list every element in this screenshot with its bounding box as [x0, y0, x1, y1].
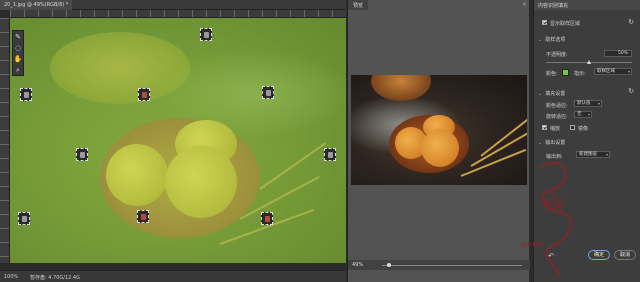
watermark-caption: 南乡模范	[520, 242, 545, 249]
tool-palette: ✎ ◌ ✋ ⌕	[12, 30, 24, 76]
color-adapt-dropdown[interactable]: 默认值	[574, 100, 602, 107]
fill-section-header[interactable]: ⌄ 填充设置	[538, 90, 565, 97]
preview-tab[interactable]: 预览	[348, 0, 369, 10]
status-doc-info: 暂存盘: 4.70G/12.4G	[30, 275, 80, 281]
reset-icon[interactable]: ↻	[628, 87, 634, 95]
status-bar: 100% 暂存盘: 4.70G/12.4G	[0, 270, 346, 282]
preview-zoom-value[interactable]: 49%	[352, 262, 363, 268]
panel-title: 内容识别填充	[534, 0, 640, 10]
selection-marker[interactable]	[324, 148, 336, 161]
chevron-down-icon: ⌄	[538, 140, 543, 146]
rotate-adapt-dropdown[interactable]: 无	[574, 111, 592, 118]
opacity-label: 不透明度:	[546, 52, 568, 58]
undo-icon[interactable]: ↶	[546, 252, 556, 262]
cancel-button[interactable]: 取消	[614, 250, 636, 260]
preview-zoom-bar: 49%	[348, 260, 530, 270]
selection-marker[interactable]	[138, 88, 150, 101]
output-section-label: 输出设置	[545, 140, 566, 146]
selection-marker[interactable]	[18, 212, 30, 225]
hand-tool-icon[interactable]: ✋	[13, 54, 23, 64]
status-zoom[interactable]: 100%	[4, 274, 18, 280]
mirror-label: 镜像	[578, 126, 589, 132]
document-canvas[interactable]	[10, 18, 346, 263]
chevron-down-icon: ⌄	[538, 91, 543, 97]
selection-marker[interactable]	[262, 86, 274, 99]
scale-label: 缩放	[550, 126, 561, 132]
vertical-ruler	[0, 18, 10, 263]
output-to-label: 输出到:	[546, 154, 563, 160]
selection-marker[interactable]	[261, 212, 273, 225]
selection-marker[interactable]	[200, 28, 212, 41]
mirror-checkbox[interactable]	[570, 125, 575, 130]
brush-tool-icon[interactable]: ✎	[13, 32, 23, 42]
output-to-dropdown[interactable]: 新建图层	[576, 151, 610, 158]
output-section-header[interactable]: ⌄ 输出设置	[538, 139, 565, 146]
selection-marker[interactable]	[76, 148, 88, 161]
lasso-tool-icon[interactable]: ◌	[13, 43, 23, 53]
zoom-tool-icon[interactable]: ⌕	[13, 65, 23, 75]
color-adapt-label: 颜色适应:	[546, 103, 568, 109]
reset-icon[interactable]: ↻	[628, 18, 634, 26]
content-aware-fill-panel: 内容识别填充 显示取样区域 ↻ ⌄ 取样选项 不透明度: 50% 颜色: 指示: …	[533, 0, 640, 282]
document-tab[interactable]: 20_1.jpg @ 49%(RGB/8) *	[0, 0, 73, 10]
selection-marker[interactable]	[20, 88, 32, 101]
document-tab-bar: 20_1.jpg @ 49%(RGB/8) *	[0, 0, 346, 10]
rotate-adapt-label: 旋转适应:	[546, 114, 568, 120]
sampling-section-label: 取样选项	[545, 37, 566, 43]
close-icon[interactable]: ×	[522, 1, 527, 8]
color-label: 颜色:	[546, 71, 558, 77]
photoshop-window: 20_1.jpg @ 49%(RGB/8) * ✎ ◌ ✋ ⌕ 100% 暂存盘…	[0, 0, 640, 282]
preview-mooncake	[421, 129, 459, 167]
selection-marker[interactable]	[137, 210, 149, 223]
chevron-down-icon: ⌄	[538, 37, 543, 43]
opacity-field[interactable]: 50%	[604, 50, 632, 57]
color-swatch[interactable]	[562, 69, 569, 76]
preview-panel: 预览 × 49%	[347, 0, 530, 282]
scale-checkbox[interactable]	[542, 125, 547, 130]
preview-zoom-slider[interactable]	[382, 263, 522, 267]
opacity-slider[interactable]	[546, 60, 632, 64]
fill-section-label: 填充设置	[545, 91, 566, 97]
preview-zoom-thumb[interactable]	[387, 263, 391, 267]
opacity-slider-thumb[interactable]	[587, 60, 591, 64]
show-sampling-label: 显示取样区域	[550, 21, 581, 27]
indicates-label: 指示:	[574, 71, 586, 77]
preview-image	[351, 75, 527, 185]
indicates-dropdown[interactable]: 取样区域	[594, 68, 632, 75]
ok-button[interactable]: 确定	[588, 250, 610, 260]
sampling-section-header[interactable]: ⌄ 取样选项	[538, 36, 565, 43]
sampling-overlay	[10, 18, 346, 263]
show-sampling-checkbox[interactable]	[542, 20, 547, 25]
horizontal-ruler	[10, 10, 346, 18]
